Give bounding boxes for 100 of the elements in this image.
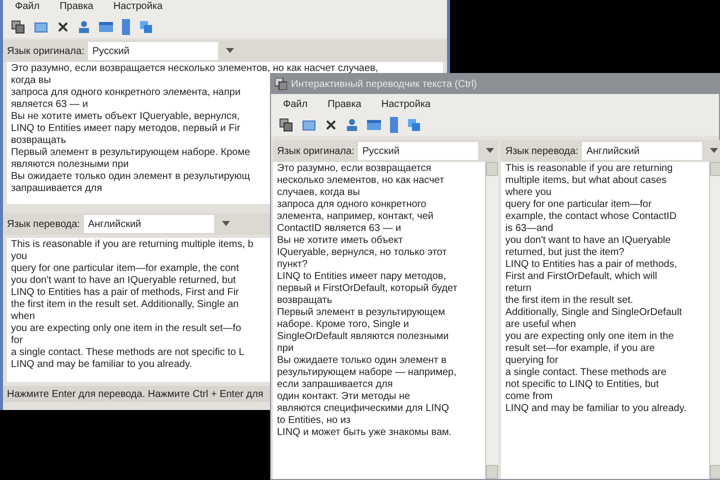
text-line: несколько элементов, но как насчет	[277, 175, 444, 187]
text-line: you don't want to have an IQueryable	[505, 235, 671, 247]
language-dropdown[interactable]: Английский	[84, 215, 214, 233]
text-line: Additionally, Single and SingleOrDefault	[505, 307, 682, 319]
text-line: a single contact. These methods are not specific to L	[11, 347, 244, 359]
text-line: query for one particular item—for example, the cont	[11, 263, 239, 275]
text-line: Первый элемент в результирующем	[277, 307, 445, 319]
text-line: Вы ожидаете только один элемент в	[277, 355, 446, 367]
text-line: один контакт. Эти методы не	[277, 391, 410, 403]
language-label: Язык перевода:	[505, 144, 578, 158]
text-line: you are expecting only one item in the result set—fo	[11, 323, 242, 335]
person-icon[interactable]	[78, 20, 90, 34]
scroll-thumb[interactable]	[710, 162, 720, 176]
close-icon[interactable]	[325, 119, 337, 131]
source-text-area[interactable]	[273, 162, 498, 479]
text-line: запрашивается для	[11, 183, 102, 195]
text-line: возвращать	[277, 295, 332, 307]
text-line: запроса для одного конкретного	[277, 199, 426, 211]
text-line: the first item in the result set. Additionally, Single an	[11, 299, 239, 311]
language-dropdown[interactable]: Русский	[88, 42, 218, 60]
text-line: come from	[505, 391, 553, 403]
person-icon[interactable]	[346, 118, 358, 132]
copy-icon[interactable]	[279, 118, 293, 132]
window-icon[interactable]	[34, 20, 48, 34]
copy-icon[interactable]	[11, 20, 25, 34]
text-line: являются полезными при	[11, 159, 129, 171]
text-line: когда вы	[11, 75, 51, 87]
text-line: является 63 — и	[11, 99, 88, 111]
text-line: результирующем наборе — например,	[277, 367, 456, 379]
menu-item[interactable]: Настройка	[381, 96, 431, 112]
language-label: Язык оригинала:	[7, 44, 84, 58]
text-line: not specific to LINQ to Entities, but	[505, 379, 659, 391]
chevron-down-icon[interactable]	[486, 148, 494, 154]
text-line: LINQ to Entities имеет пару методов, первый и Fir	[11, 123, 240, 135]
scroll-thumb[interactable]	[486, 465, 498, 479]
text-line: First and FirstOrDefault, which will	[505, 271, 658, 283]
menu-item[interactable]: Файл	[15, 0, 40, 14]
scroll-thumb[interactable]	[486, 162, 498, 176]
text-line: LINQ and may be familiar to you already.	[11, 359, 192, 371]
panel-icon[interactable]	[367, 119, 381, 131]
close-icon[interactable]	[57, 21, 69, 33]
text-line: querying for	[505, 355, 558, 367]
menu-item[interactable]: Настройка	[113, 0, 163, 14]
text-line: you are expecting only one item in the	[505, 331, 674, 343]
text-line: LINQ и может быть уже знакомы вам.	[277, 427, 452, 439]
menu-item[interactable]: Правка	[328, 96, 362, 112]
translation-text-area[interactable]	[501, 162, 720, 479]
text-line: This is reasonable if you are returning	[505, 163, 673, 175]
scrollbar[interactable]	[709, 162, 720, 479]
swap-icon[interactable]	[407, 118, 421, 132]
text-line: for	[11, 335, 23, 347]
language-dropdown[interactable]: Английский	[582, 142, 702, 160]
text-line: example, the contact whose ContactID	[505, 211, 677, 223]
panel-icon[interactable]	[99, 21, 113, 33]
text-line: where you	[505, 187, 552, 199]
text-line: элемента, например, контакт, чей	[277, 211, 434, 223]
text-line: Вы ожидаете только один элемент в результирующ	[11, 171, 250, 183]
text-line: при	[277, 343, 294, 355]
language-dropdown[interactable]: Русский	[358, 142, 478, 160]
text-line: LINQ and may be familiar to you already.	[505, 403, 686, 415]
text-line: Это разумно, если возвращается	[277, 163, 432, 175]
swap-icon[interactable]	[139, 20, 153, 34]
text-line: returned, but just the item?	[505, 247, 624, 259]
chevron-down-icon[interactable]	[222, 221, 230, 227]
chevron-down-icon[interactable]	[710, 148, 718, 154]
text-line: are useful when	[505, 319, 576, 331]
text-line: result set—for example, if you are	[505, 343, 655, 355]
text-line: you	[11, 251, 28, 263]
text-line: Вы не хотите иметь объект IQueryable, вернулся,	[11, 111, 240, 123]
scroll-thumb[interactable]	[710, 465, 720, 479]
text-line: you don't want to have an IQueryable returned, but	[11, 275, 236, 287]
text-line: the first item in the result set.	[505, 295, 634, 307]
text-line: This is reasonable if you are returning multiple items, b	[11, 239, 254, 251]
text-line: пункт?	[277, 259, 308, 271]
window-icon[interactable]	[302, 118, 316, 132]
menu-item[interactable]: Файл	[283, 96, 308, 112]
text-line: SingleOrDefault являются полезными	[277, 331, 449, 343]
text-line: Вы не хотите иметь объект	[277, 235, 403, 247]
text-line: is 63—and	[505, 223, 554, 235]
text-line: LINQ to Entities has a pair of methods, First and Fir	[11, 287, 239, 299]
text-line: LINQ to Entities имеет пару методов,	[277, 271, 446, 283]
text-line: return	[505, 283, 532, 295]
text-line: query for one particular item—for	[505, 199, 652, 211]
window-title: Интерактивный переводчик текста (Ctrl)	[291, 78, 477, 92]
menu-item[interactable]: Правка	[60, 0, 94, 14]
text-line: LINQ to Entities has a pair of methods,	[505, 259, 678, 271]
text-line: случаев, когда вы	[277, 187, 360, 199]
text-line: возвращать	[11, 135, 66, 147]
text-line: a single contact. These methods are	[505, 367, 666, 379]
chevron-down-icon[interactable]	[226, 48, 234, 54]
text-line: IQueryable, вернулся, но только этот	[277, 247, 447, 259]
text-line: Первый элемент в результирующем наборе. Кроме	[11, 147, 250, 159]
scrollbar[interactable]	[485, 162, 498, 479]
text-line: to Entities, но из	[277, 415, 351, 427]
text-line: наборе. Кроме того, Single и	[277, 319, 409, 331]
text-line: запроса для одного конкретного элемента, напри	[11, 87, 241, 99]
language-label: Язык оригинала:	[277, 144, 354, 158]
app-icon	[275, 78, 287, 90]
text-line: первый и FirstOrDefault, который будет	[277, 283, 458, 295]
text-line: ContactID является 63 — и	[277, 223, 402, 235]
